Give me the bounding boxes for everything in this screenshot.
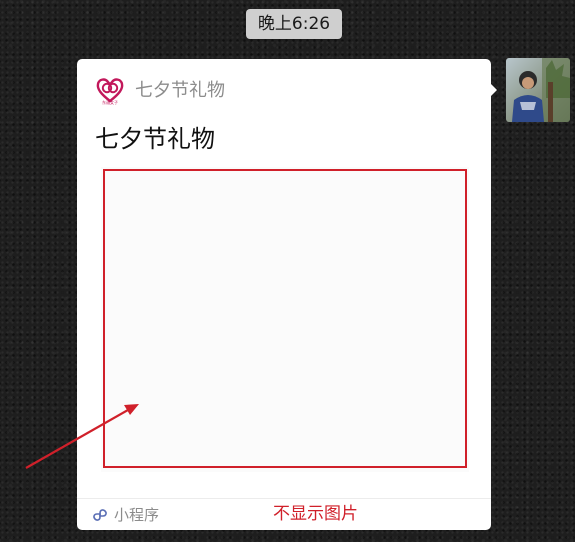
annotation-arrow [25,404,139,469]
